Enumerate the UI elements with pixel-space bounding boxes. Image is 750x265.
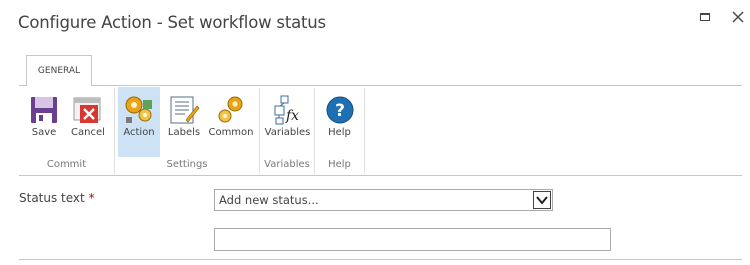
labels-label: Labels <box>167 127 201 138</box>
dialog-title: Configure Action - Set workflow status <box>18 13 326 32</box>
save-icon <box>31 97 57 123</box>
maximize-icon <box>700 13 710 21</box>
labels-button[interactable]: Labels <box>161 87 207 157</box>
save-button[interactable]: Save <box>22 87 66 157</box>
maximize-button[interactable] <box>697 8 715 26</box>
help-button[interactable]: ? Help <box>318 87 361 157</box>
variables-group-label: Variables <box>264 159 310 170</box>
divider <box>19 259 742 260</box>
svg-text:?: ? <box>335 101 345 121</box>
ribbon-group-commit: Save Cancel Commit <box>19 86 114 175</box>
cancel-label: Cancel <box>71 127 105 138</box>
common-gears-icon <box>218 96 243 123</box>
close-icon <box>732 11 744 23</box>
action-label: Action <box>123 127 155 138</box>
ribbon-group-help: ? Help Help <box>315 86 364 175</box>
status-text-label: Status text * <box>19 191 95 205</box>
required-marker: * <box>88 191 95 205</box>
labels-icon <box>170 96 200 124</box>
variables-icon: fx <box>274 95 299 125</box>
help-label: Help <box>328 127 351 138</box>
status-select-value: Add new status... <box>219 193 319 207</box>
dropdown-arrow-button[interactable] <box>533 191 551 209</box>
common-label: Common <box>208 127 254 138</box>
common-button[interactable]: Common <box>207 87 255 157</box>
help-group-label: Help <box>328 159 351 170</box>
variables-button[interactable]: fx Variables <box>263 87 312 157</box>
action-button[interactable]: Action <box>118 87 160 157</box>
cancel-button[interactable]: Cancel <box>66 87 110 157</box>
ribbon: Save Cancel Commit Action Labels Common … <box>19 85 742 176</box>
action-gears-icon <box>125 96 152 123</box>
new-status-input[interactable] <box>214 228 611 251</box>
save-label: Save <box>31 127 57 138</box>
tab-general[interactable]: GENERAL <box>26 55 92 86</box>
close-button[interactable] <box>729 8 747 26</box>
settings-group-label: Settings <box>166 159 208 170</box>
status-select[interactable]: Add new status... <box>214 189 553 211</box>
svg-text:fx: fx <box>285 108 299 124</box>
ribbon-group-settings: Action Labels Common Settings <box>115 86 259 175</box>
ribbon-group-variables: fx Variables Variables <box>260 86 314 175</box>
variables-label: Variables <box>264 127 311 138</box>
group-divider <box>364 88 365 174</box>
status-text-label-text: Status text <box>19 191 85 205</box>
help-icon: ? <box>326 96 353 124</box>
cancel-icon <box>73 97 101 123</box>
commit-group-label: Commit <box>46 159 87 170</box>
chevron-down-icon <box>536 196 548 205</box>
